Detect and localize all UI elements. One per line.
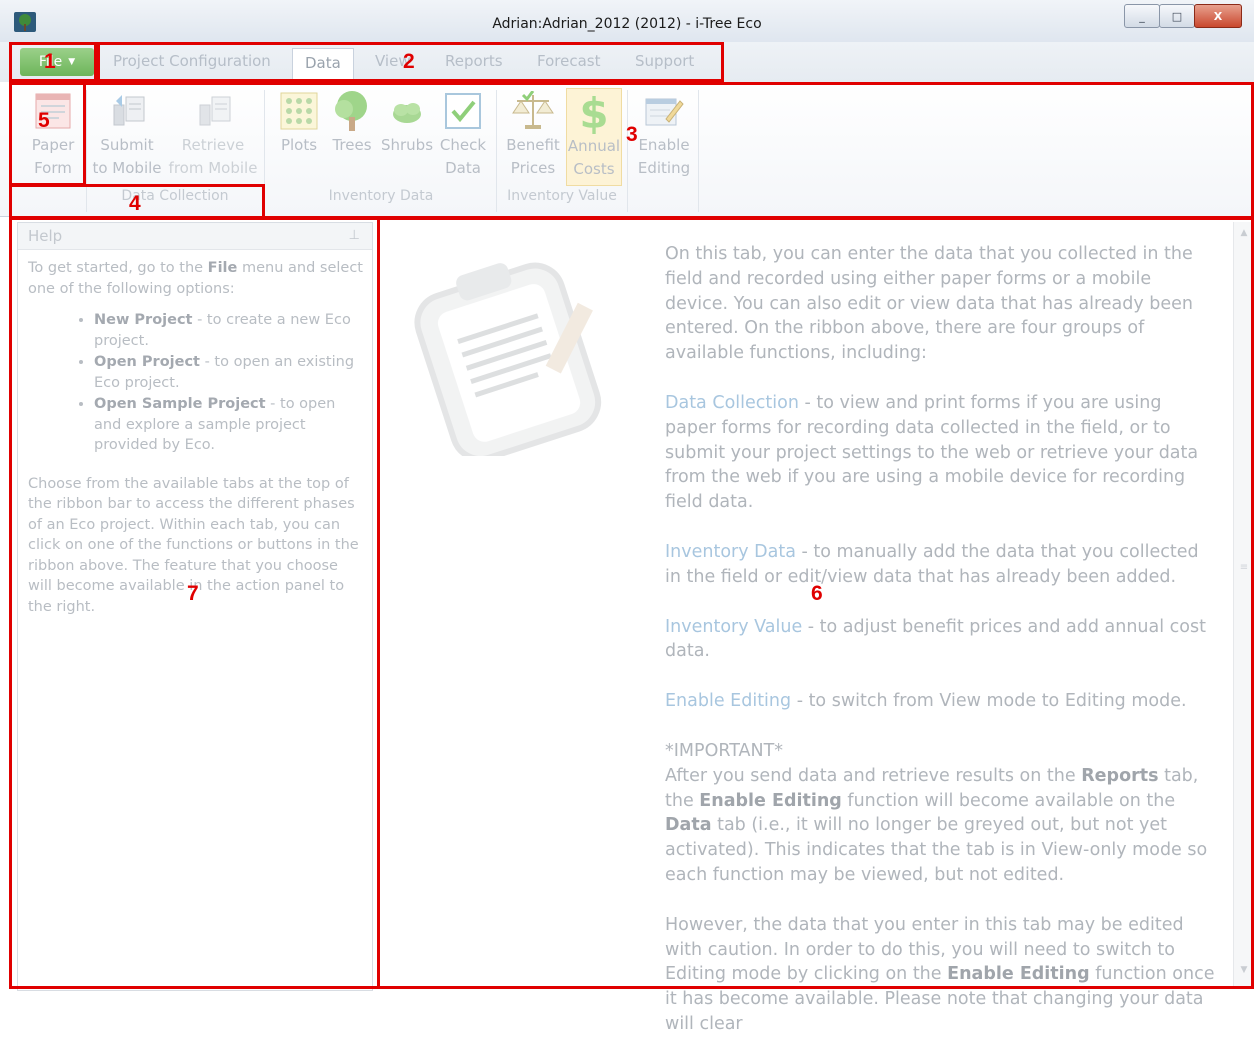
annotation-number-2: 2: [403, 50, 415, 73]
title-bar: Adrian:Adrian_2012 (2012) - i-Tree Eco _…: [0, 0, 1254, 43]
close-button[interactable]: X: [1194, 4, 1242, 28]
annotation-number-4: 4: [129, 192, 141, 215]
annotation-number-3: 3: [626, 123, 638, 146]
annotation-number-5: 5: [38, 109, 50, 132]
maximize-button[interactable]: □: [1159, 4, 1195, 28]
window-title: Adrian:Adrian_2012 (2012) - i-Tree Eco: [492, 16, 762, 32]
annotation-number-7: 7: [187, 582, 199, 605]
minimize-button[interactable]: _: [1124, 4, 1160, 28]
annotation-box-5: [9, 82, 86, 186]
annotation-number-1: 1: [44, 50, 56, 73]
annotation-number-6: 6: [811, 582, 823, 605]
